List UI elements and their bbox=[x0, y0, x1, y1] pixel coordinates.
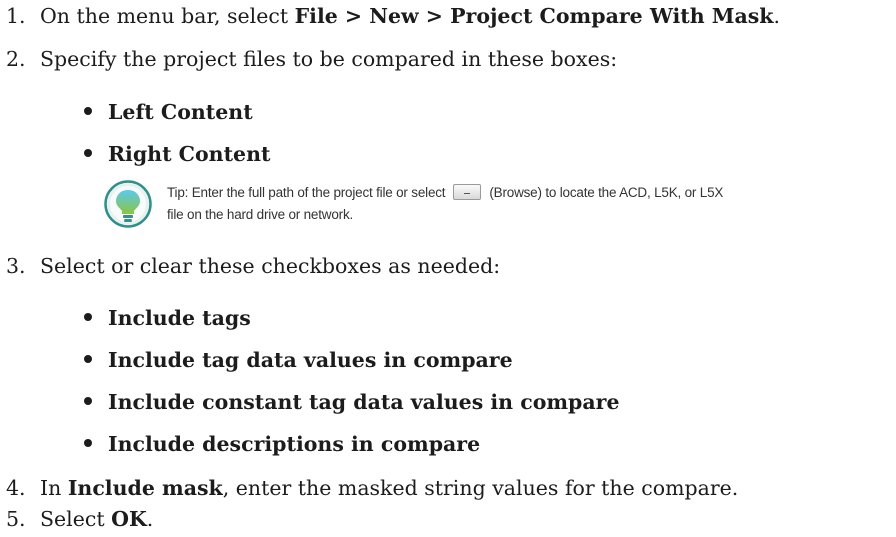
step-1: 1. On the menu bar, select File > New > … bbox=[0, 2, 780, 30]
lightbulb-icon bbox=[104, 180, 152, 228]
bullet-label: Left Content bbox=[108, 100, 253, 124]
bullet-label: Include descriptions in compare bbox=[108, 432, 481, 456]
step-number: 4. bbox=[6, 476, 26, 500]
field-name: Include mask bbox=[67, 476, 223, 500]
bullet-label: Include constant tag data values in comp… bbox=[108, 390, 620, 414]
step-number: 1. bbox=[6, 4, 26, 28]
bullet-dot bbox=[84, 313, 92, 321]
bullet-include-constant-tag-data: Include constant tag data values in comp… bbox=[84, 388, 620, 416]
step-number: 3. bbox=[6, 254, 26, 278]
bullet-label: Include tag data values in compare bbox=[108, 348, 513, 372]
menu-path: File > New > Project Compare With Mask bbox=[294, 4, 774, 28]
step-text: Specify the project files to be compared… bbox=[40, 47, 618, 71]
step-3: 3. Select or clear these checkboxes as n… bbox=[0, 252, 500, 280]
step-number: 5. bbox=[6, 507, 26, 531]
step-4: 4. In Include mask, enter the masked str… bbox=[0, 474, 738, 502]
step-text: Select bbox=[40, 507, 112, 531]
step-2: 2. Specify the project files to be compa… bbox=[0, 45, 617, 73]
tip-text-end: file on the hard drive or network. bbox=[167, 207, 354, 222]
tip-text-start: Tip: Enter the full path of the project … bbox=[167, 185, 446, 200]
step-number: 2. bbox=[6, 47, 26, 71]
tip-text: Tip: Enter the full path of the project … bbox=[167, 182, 892, 226]
step-text-end: . bbox=[146, 507, 154, 531]
bullet-dot bbox=[84, 107, 92, 115]
step-text: Select or clear these checkboxes as need… bbox=[40, 254, 501, 278]
bullet-include-descriptions: Include descriptions in compare bbox=[84, 430, 480, 458]
bullet-dot bbox=[84, 149, 92, 157]
step-text: On the menu bar, select bbox=[40, 4, 295, 28]
step-text-end: . bbox=[773, 4, 781, 28]
bullet-label: Right Content bbox=[108, 142, 271, 166]
bullet-dot bbox=[84, 439, 92, 447]
step-text-end: , enter the masked string values for the… bbox=[222, 476, 739, 500]
bullet-dot bbox=[84, 355, 92, 363]
button-name: OK bbox=[111, 507, 147, 531]
bullet-include-tag-data-values: Include tag data values in compare bbox=[84, 346, 513, 374]
bullet-left-content: Left Content bbox=[84, 98, 253, 126]
tip-text-middle: (Browse) to locate the ACD, L5K, or L5X bbox=[489, 185, 724, 200]
tip-callout: Tip: Enter the full path of the project … bbox=[104, 180, 894, 238]
instructions-document: 1. On the menu bar, select File > New > … bbox=[0, 0, 896, 537]
step-text: In bbox=[40, 476, 68, 500]
bullet-dot bbox=[84, 397, 92, 405]
browse-button bbox=[453, 184, 482, 201]
bullet-label: Include tags bbox=[108, 306, 251, 330]
bullet-right-content: Right Content bbox=[84, 140, 270, 168]
step-5: 5. Select OK. bbox=[0, 505, 153, 533]
bullet-include-tags: Include tags bbox=[84, 304, 251, 332]
